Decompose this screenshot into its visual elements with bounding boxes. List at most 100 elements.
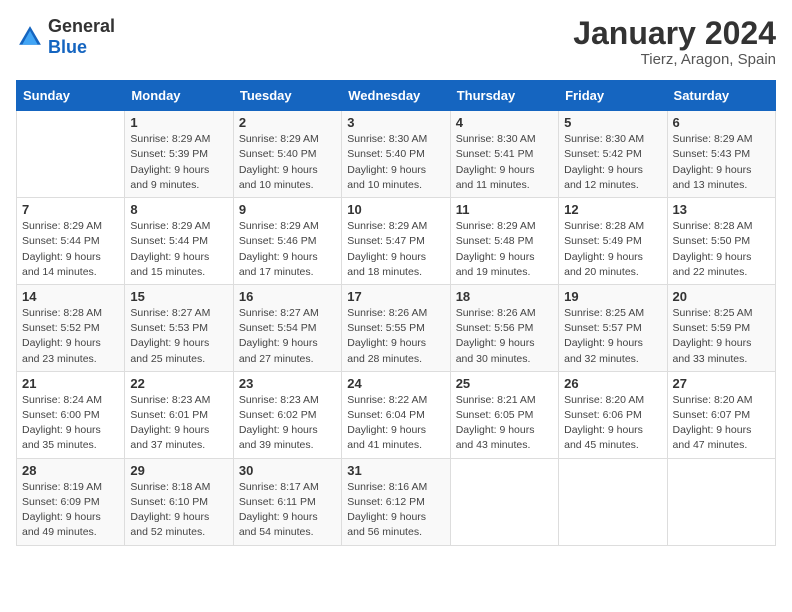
day-cell: 4 Sunrise: 8:30 AMSunset: 5:41 PMDaylight… [450,111,558,198]
week-row-3: 14 Sunrise: 8:28 AMSunset: 5:52 PMDayligh… [17,284,776,371]
day-number: 6 [673,115,770,130]
day-info: Sunrise: 8:30 AMSunset: 5:40 PMDaylight:… [347,132,444,193]
day-info: Sunrise: 8:29 AMSunset: 5:40 PMDaylight:… [239,132,336,193]
day-info: Sunrise: 8:28 AMSunset: 5:52 PMDaylight:… [22,306,119,367]
day-cell: 15Sunrise: 8:27 AMSunset: 5:53 PMDayligh… [125,284,233,371]
day-info: Sunrise: 8:20 AMSunset: 6:07 PMDaylight:… [673,393,770,454]
day-cell: 12 Sunrise: 8:28 AMSunset: 5:49 PMDayligh… [559,198,667,285]
day-info: Sunrise: 8:19 AMSunset: 6:09 PMDaylight:… [22,480,119,541]
week-row-5: 28Sunrise: 8:19 AMSunset: 6:09 PMDayligh… [17,458,776,545]
day-cell: 17 Sunrise: 8:26 AMSunset: 5:55 PMDayligh… [342,284,450,371]
day-cell: 9 Sunrise: 8:29 AMSunset: 5:46 PMDaylight… [233,198,341,285]
logo-general: General [48,16,115,36]
day-number: 12 [564,202,661,217]
logo: General Blue [16,16,115,58]
day-cell: 27Sunrise: 8:20 AMSunset: 6:07 PMDayligh… [667,371,775,458]
day-number: 11 [456,202,553,217]
day-cell: 20 Sunrise: 8:25 AMSunset: 5:59 PMDayligh… [667,284,775,371]
day-info: Sunrise: 8:27 AMSunset: 5:53 PMDaylight:… [130,306,227,367]
day-cell: 7 Sunrise: 8:29 AMSunset: 5:44 PMDaylight… [17,198,125,285]
day-number: 19 [564,289,661,304]
day-cell: 30 Sunrise: 8:17 AMSunset: 6:11 PMDayligh… [233,458,341,545]
day-info: Sunrise: 8:29 AMSunset: 5:46 PMDaylight:… [239,219,336,280]
day-cell [17,111,125,198]
day-number: 8 [130,202,227,217]
day-info: Sunrise: 8:16 AMSunset: 6:12 PMDaylight:… [347,480,444,541]
day-number: 25 [456,376,553,391]
calendar-table: SundayMondayTuesdayWednesdayThursdayFrid… [16,80,776,545]
day-number: 22 [130,376,227,391]
day-cell: 10 Sunrise: 8:29 AMSunset: 5:47 PMDayligh… [342,198,450,285]
day-info: Sunrise: 8:17 AMSunset: 6:11 PMDaylight:… [239,480,336,541]
day-info: Sunrise: 8:28 AMSunset: 5:50 PMDaylight:… [673,219,770,280]
day-info: Sunrise: 8:26 AMSunset: 5:55 PMDaylight:… [347,306,444,367]
day-number: 4 [456,115,553,130]
day-info: Sunrise: 8:24 AMSunset: 6:00 PMDaylight:… [22,393,119,454]
day-info: Sunrise: 8:29 AMSunset: 5:39 PMDaylight:… [130,132,227,193]
day-number: 9 [239,202,336,217]
logo-icon [16,23,44,51]
day-number: 29 [130,463,227,478]
day-info: Sunrise: 8:26 AMSunset: 5:56 PMDaylight:… [456,306,553,367]
day-number: 2 [239,115,336,130]
header-row: SundayMondayTuesdayWednesdayThursdayFrid… [17,81,776,111]
day-number: 31 [347,463,444,478]
header-friday: Friday [559,81,667,111]
day-cell: 18 Sunrise: 8:26 AMSunset: 5:56 PMDayligh… [450,284,558,371]
day-number: 10 [347,202,444,217]
day-number: 30 [239,463,336,478]
day-cell: 1 Sunrise: 8:29 AMSunset: 5:39 PMDaylight… [125,111,233,198]
day-info: Sunrise: 8:30 AMSunset: 5:41 PMDaylight:… [456,132,553,193]
day-number: 26 [564,376,661,391]
day-cell [450,458,558,545]
header-monday: Monday [125,81,233,111]
day-info: Sunrise: 8:29 AMSunset: 5:44 PMDaylight:… [22,219,119,280]
day-cell: 29Sunrise: 8:18 AMSunset: 6:10 PMDayligh… [125,458,233,545]
day-cell: 13 Sunrise: 8:28 AMSunset: 5:50 PMDayligh… [667,198,775,285]
day-cell: 28Sunrise: 8:19 AMSunset: 6:09 PMDayligh… [17,458,125,545]
day-number: 1 [130,115,227,130]
day-cell: 25 Sunrise: 8:21 AMSunset: 6:05 PMDayligh… [450,371,558,458]
day-info: Sunrise: 8:23 AMSunset: 6:01 PMDaylight:… [130,393,227,454]
header-tuesday: Tuesday [233,81,341,111]
day-number: 13 [673,202,770,217]
day-info: Sunrise: 8:20 AMSunset: 6:06 PMDaylight:… [564,393,661,454]
day-number: 20 [673,289,770,304]
header-saturday: Saturday [667,81,775,111]
logo-blue: Blue [48,37,87,57]
day-number: 17 [347,289,444,304]
calendar-subtitle: Tierz, Aragon, Spain [573,51,776,68]
day-cell: 16 Sunrise: 8:27 AMSunset: 5:54 PMDayligh… [233,284,341,371]
week-row-2: 7 Sunrise: 8:29 AMSunset: 5:44 PMDaylight… [17,198,776,285]
day-info: Sunrise: 8:28 AMSunset: 5:49 PMDaylight:… [564,219,661,280]
day-cell: 3 Sunrise: 8:30 AMSunset: 5:40 PMDaylight… [342,111,450,198]
day-cell: 31 Sunrise: 8:16 AMSunset: 6:12 PMDayligh… [342,458,450,545]
day-info: Sunrise: 8:27 AMSunset: 5:54 PMDaylight:… [239,306,336,367]
day-info: Sunrise: 8:22 AMSunset: 6:04 PMDaylight:… [347,393,444,454]
day-info: Sunrise: 8:29 AMSunset: 5:44 PMDaylight:… [130,219,227,280]
day-number: 14 [22,289,119,304]
day-info: Sunrise: 8:25 AMSunset: 5:57 PMDaylight:… [564,306,661,367]
day-cell: 11Sunrise: 8:29 AMSunset: 5:48 PMDayligh… [450,198,558,285]
day-number: 16 [239,289,336,304]
day-cell: 26 Sunrise: 8:20 AMSunset: 6:06 PMDayligh… [559,371,667,458]
day-number: 24 [347,376,444,391]
day-cell [667,458,775,545]
day-number: 18 [456,289,553,304]
day-cell: 5Sunrise: 8:30 AMSunset: 5:42 PMDaylight… [559,111,667,198]
day-info: Sunrise: 8:21 AMSunset: 6:05 PMDaylight:… [456,393,553,454]
day-cell: 21 Sunrise: 8:24 AMSunset: 6:00 PMDayligh… [17,371,125,458]
header-wednesday: Wednesday [342,81,450,111]
day-number: 7 [22,202,119,217]
day-number: 21 [22,376,119,391]
day-cell: 19 Sunrise: 8:25 AMSunset: 5:57 PMDayligh… [559,284,667,371]
day-cell [559,458,667,545]
header-sunday: Sunday [17,81,125,111]
day-info: Sunrise: 8:25 AMSunset: 5:59 PMDaylight:… [673,306,770,367]
day-number: 3 [347,115,444,130]
week-row-1: 1 Sunrise: 8:29 AMSunset: 5:39 PMDaylight… [17,111,776,198]
header-thursday: Thursday [450,81,558,111]
day-info: Sunrise: 8:29 AMSunset: 5:47 PMDaylight:… [347,219,444,280]
page-header: General Blue January 2024 Tierz, Aragon,… [16,16,776,68]
day-info: Sunrise: 8:29 AMSunset: 5:43 PMDaylight:… [673,132,770,193]
